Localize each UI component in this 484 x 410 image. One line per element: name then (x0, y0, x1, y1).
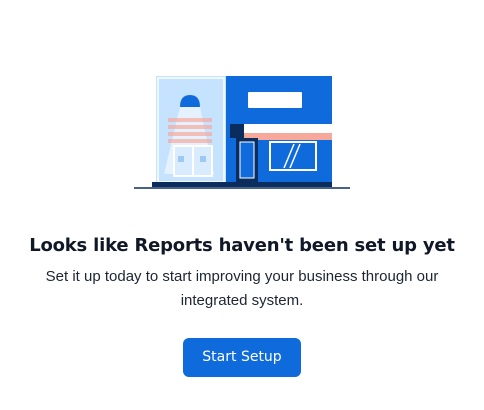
awning (230, 124, 244, 138)
empty-state-title: Looks like Reports haven't been set up y… (29, 235, 455, 256)
store-sign (248, 92, 302, 108)
empty-state-description: Set it up today to start improving your … (45, 268, 439, 309)
storefront-illustration (134, 76, 350, 189)
building-base (152, 182, 332, 187)
empty-state: Looks like Reports haven't been set up y… (0, 0, 484, 410)
start-setup-button[interactable]: Start Setup (183, 338, 301, 377)
